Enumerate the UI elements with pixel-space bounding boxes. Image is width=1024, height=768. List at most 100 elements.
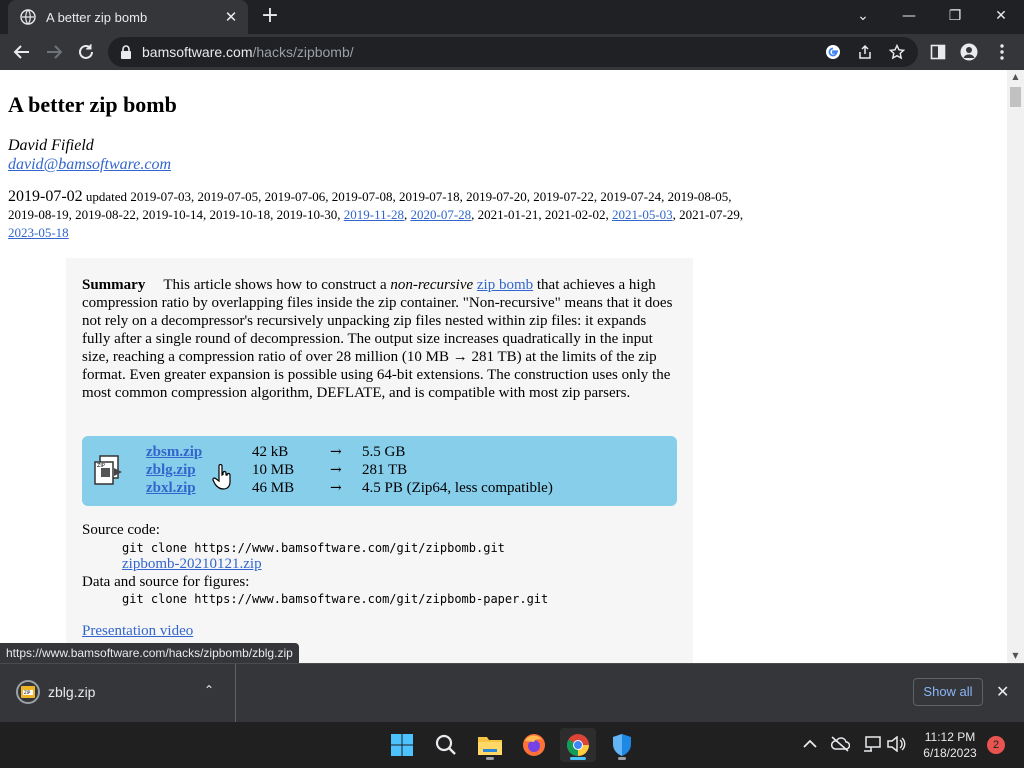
url-domain: bamsoftware.com bbox=[142, 44, 253, 60]
minimize-button[interactable]: — bbox=[886, 0, 932, 32]
side-panel-icon[interactable] bbox=[928, 42, 948, 62]
updated-dates-line2b: , 2021-01-21, 2021-02-02, bbox=[471, 207, 612, 222]
volume-icon[interactable] bbox=[886, 734, 906, 754]
windows-taskbar: 11:12 PM 6/18/2023 2 bbox=[0, 722, 1024, 768]
summary-paragraph: Summary This article shows how to constru… bbox=[82, 276, 674, 402]
scroll-up-arrow-icon[interactable]: ▲ bbox=[1007, 70, 1024, 84]
chevron-up-icon[interactable]: ⌃ bbox=[204, 683, 214, 697]
link-status-bubble: https://www.bamsoftware.com/hacks/zipbom… bbox=[0, 643, 299, 663]
firefox-icon bbox=[523, 734, 545, 756]
firefox-button[interactable] bbox=[516, 728, 552, 762]
zip-bomb-link[interactable]: zip bomb bbox=[477, 277, 533, 293]
active-indicator bbox=[570, 757, 586, 760]
search-button[interactable] bbox=[428, 728, 464, 762]
git-clone-command[interactable]: git clone https://www.bamsoftware.com/gi… bbox=[122, 541, 505, 555]
google-lens-icon[interactable] bbox=[824, 43, 842, 61]
git-clone-paper-command[interactable]: git clone https://www.bamsoftware.com/gi… bbox=[122, 592, 548, 606]
back-button[interactable] bbox=[8, 38, 36, 66]
tab-close-icon[interactable]: ✕ bbox=[222, 8, 240, 26]
start-button[interactable] bbox=[384, 728, 420, 762]
restore-button[interactable]: ❐ bbox=[932, 0, 978, 32]
windows-logo-icon bbox=[391, 734, 413, 756]
globe-icon bbox=[20, 9, 36, 25]
network-icon[interactable] bbox=[862, 734, 882, 754]
arrow-left-icon bbox=[13, 45, 29, 59]
profile-avatar-icon[interactable] bbox=[959, 42, 979, 62]
zip-file-icon: ZIP bbox=[16, 680, 40, 704]
browser-tab[interactable]: A better zip bomb ✕ bbox=[8, 0, 248, 34]
chrome-button[interactable] bbox=[560, 728, 596, 762]
close-download-shelf-icon[interactable]: ✕ bbox=[996, 682, 1009, 701]
file-link-zbsm[interactable]: zbsm.zip bbox=[146, 444, 202, 461]
tab-title: A better zip bomb bbox=[46, 9, 148, 25]
new-tab-button[interactable]: + bbox=[258, 5, 282, 29]
file-size: 10 MB bbox=[252, 462, 295, 478]
reload-icon bbox=[79, 44, 93, 59]
url-text[interactable]: bamsoftware.com/hacks/zipbomb/ bbox=[142, 44, 354, 60]
running-indicator bbox=[618, 757, 626, 760]
chevron-up-icon[interactable] bbox=[800, 734, 820, 754]
date-link-2021-05-03[interactable]: 2021-05-03 bbox=[612, 207, 673, 222]
date-link-2019-11-28[interactable]: 2019-11-28 bbox=[344, 207, 404, 222]
address-bar[interactable]: bamsoftware.com/hacks/zipbomb/ bbox=[108, 37, 918, 67]
clock-time: 11:12 PM bbox=[924, 730, 976, 744]
download-shelf: ZIP zblg.zip ⌃ Show all ✕ bbox=[0, 663, 1024, 722]
url-path: /hacks/zipbomb/ bbox=[252, 44, 354, 60]
show-all-button[interactable]: Show all bbox=[913, 678, 983, 706]
scroll-thumb[interactable] bbox=[1010, 87, 1021, 107]
cloud-offline-icon[interactable] bbox=[830, 734, 850, 754]
file-link-zbxl[interactable]: zbxl.zip bbox=[146, 480, 196, 497]
system-clock[interactable]: 11:12 PM 6/18/2023 bbox=[912, 729, 988, 761]
notification-badge[interactable]: 2 bbox=[987, 736, 1005, 754]
share-icon[interactable] bbox=[856, 43, 874, 61]
updated-dates-line2a: 2019-08-19, 2019-08-22, 2019-10-14, 2019… bbox=[8, 207, 344, 222]
file-expanded-size: 4.5 PB (Zip64, less compatible) bbox=[362, 480, 553, 496]
file-link-zblg[interactable]: zblg.zip bbox=[146, 462, 196, 479]
date-link-2020-07-28[interactable]: 2020-07-28 bbox=[410, 207, 471, 222]
updated-dates-line2c: , 2021-07-29, bbox=[672, 207, 744, 222]
summary-text-1: This article shows how to construct a bbox=[163, 277, 391, 293]
summary-text-3: that achieves a high compression ratio b… bbox=[82, 277, 673, 401]
forward-button[interactable] bbox=[40, 38, 68, 66]
close-window-button[interactable]: ✕ bbox=[978, 0, 1024, 32]
download-item[interactable]: ZIP zblg.zip ⌃ bbox=[0, 664, 236, 722]
source-code-label: Source code: bbox=[82, 522, 160, 538]
summary-heading: Summary bbox=[82, 277, 146, 293]
bookmark-star-icon[interactable] bbox=[888, 43, 906, 61]
file-size: 46 MB bbox=[252, 480, 295, 496]
defender-button[interactable] bbox=[604, 728, 640, 762]
arrow-icon: → bbox=[330, 480, 342, 496]
date-list: 2019-07-02 updated 2019-07-03, 2019-07-0… bbox=[8, 188, 768, 242]
lock-icon[interactable] bbox=[120, 45, 132, 59]
arrow-icon: → bbox=[330, 444, 342, 460]
figures-source-label: Data and source for figures: bbox=[82, 574, 250, 590]
svg-text:ZIP: ZIP bbox=[24, 690, 31, 695]
search-icon bbox=[435, 734, 456, 755]
clock-date: 6/18/2023 bbox=[923, 746, 977, 760]
reload-button[interactable] bbox=[72, 38, 100, 66]
hand-pointer-icon bbox=[212, 464, 231, 490]
author-email-link[interactable]: david@bamsoftware.com bbox=[8, 156, 171, 174]
source-zip-link[interactable]: zipbomb-20210121.zip bbox=[122, 556, 262, 573]
vertical-scrollbar[interactable]: ▲ ▼ bbox=[1007, 70, 1024, 663]
abstract-box: Summary This article shows how to constru… bbox=[66, 258, 693, 663]
svg-text:ZIP: ZIP bbox=[97, 463, 105, 469]
menu-kebab-icon[interactable] bbox=[992, 42, 1012, 62]
page-title: A better zip bomb bbox=[8, 92, 177, 117]
download-files-box: ZIP zbsm.zip 42 kB → 5.5 GB zblg.zip 10 … bbox=[82, 436, 677, 506]
author-name: David Fifield bbox=[8, 137, 94, 154]
scroll-down-arrow-icon[interactable]: ▼ bbox=[1007, 649, 1024, 663]
arrow-right-icon bbox=[47, 45, 63, 59]
file-expanded-size: 5.5 GB bbox=[362, 444, 406, 460]
shield-icon bbox=[613, 734, 631, 756]
running-indicator bbox=[486, 757, 494, 760]
file-size: 42 kB bbox=[252, 444, 289, 460]
zip-archive-icon: ZIP bbox=[94, 455, 122, 485]
date-link-2023-05-18[interactable]: 2023-05-18 bbox=[8, 225, 69, 240]
page-viewport[interactable]: A better zip bomb David Fifield david@ba… bbox=[0, 70, 1007, 663]
arrow-icon: → bbox=[330, 462, 342, 478]
presentation-video-link[interactable]: Presentation video bbox=[82, 623, 193, 640]
published-date: 2019-07-02 bbox=[8, 188, 83, 205]
file-explorer-button[interactable] bbox=[472, 728, 508, 762]
tab-search-button[interactable]: ⌄ bbox=[840, 0, 886, 32]
